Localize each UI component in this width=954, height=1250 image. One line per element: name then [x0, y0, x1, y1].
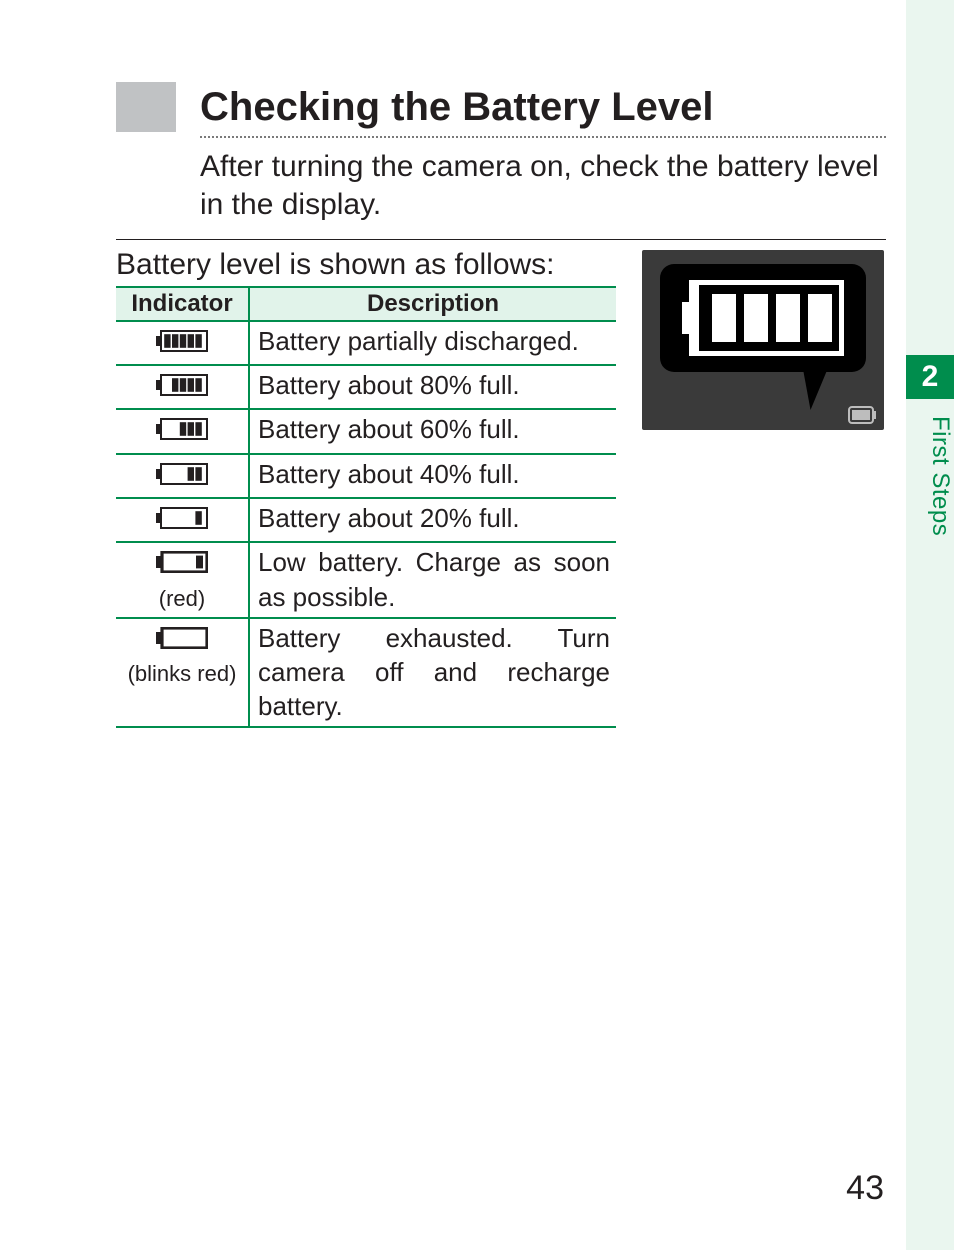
- description-cell: Battery about 60% full.: [249, 409, 616, 453]
- description-cell: Battery partially discharged.: [249, 321, 616, 365]
- th-indicator: Indicator: [116, 287, 249, 321]
- description-cell: Low battery. Charge as soon as possible.: [249, 542, 616, 617]
- battery-icon: [156, 374, 208, 396]
- battery-icon: [156, 463, 208, 485]
- page-title: Checking the Battery Level: [200, 87, 714, 127]
- intro-text: After turning the camera on, check the b…: [200, 148, 886, 225]
- chapter-tab: 2: [906, 355, 954, 399]
- section-rule: [116, 239, 886, 240]
- chapter-name: First Steps: [906, 410, 954, 610]
- description-cell: Battery exhausted. Turn camera off and r…: [249, 618, 616, 727]
- table-row: Battery about 80% full.: [116, 365, 616, 409]
- indicator-subnote: (red): [120, 584, 244, 613]
- battery-mini-icon: [848, 406, 876, 424]
- battery-icon: [156, 551, 208, 573]
- indicator-cell: [116, 321, 249, 365]
- table-row: Battery about 40% full.: [116, 454, 616, 498]
- indicator-cell: [116, 498, 249, 542]
- page-number: 43: [846, 1169, 884, 1208]
- table-row: (red)Low battery. Charge as soon as poss…: [116, 542, 616, 617]
- speech-bubble: [660, 264, 866, 372]
- side-stripe: [906, 0, 954, 1250]
- heading-underline: [200, 136, 886, 138]
- table-row: Battery about 60% full.: [116, 409, 616, 453]
- battery-icon: [156, 627, 208, 649]
- battery-icon: [156, 418, 208, 440]
- battery-large-icon: [682, 280, 844, 356]
- description-cell: Battery about 40% full.: [249, 454, 616, 498]
- indicator-cell: [116, 365, 249, 409]
- indicator-cell: [116, 454, 249, 498]
- table-row: (blinks red)Battery exhausted. Turn came…: [116, 618, 616, 727]
- th-description: Description: [249, 287, 616, 321]
- battery-table: Indicator Description Battery partially …: [116, 286, 616, 728]
- indicator-cell: (blinks red): [116, 618, 249, 727]
- display-illustration: [642, 250, 884, 430]
- heading-marker: [116, 82, 176, 132]
- table-caption: Battery level is shown as follows:: [116, 248, 616, 282]
- table-row: Battery about 20% full.: [116, 498, 616, 542]
- description-cell: Battery about 20% full.: [249, 498, 616, 542]
- indicator-cell: (red): [116, 542, 249, 617]
- description-cell: Battery about 80% full.: [249, 365, 616, 409]
- indicator-cell: [116, 409, 249, 453]
- battery-icon: [156, 330, 208, 352]
- table-row: Battery partially discharged.: [116, 321, 616, 365]
- indicator-subnote: (blinks red): [120, 659, 244, 688]
- battery-icon: [156, 507, 208, 529]
